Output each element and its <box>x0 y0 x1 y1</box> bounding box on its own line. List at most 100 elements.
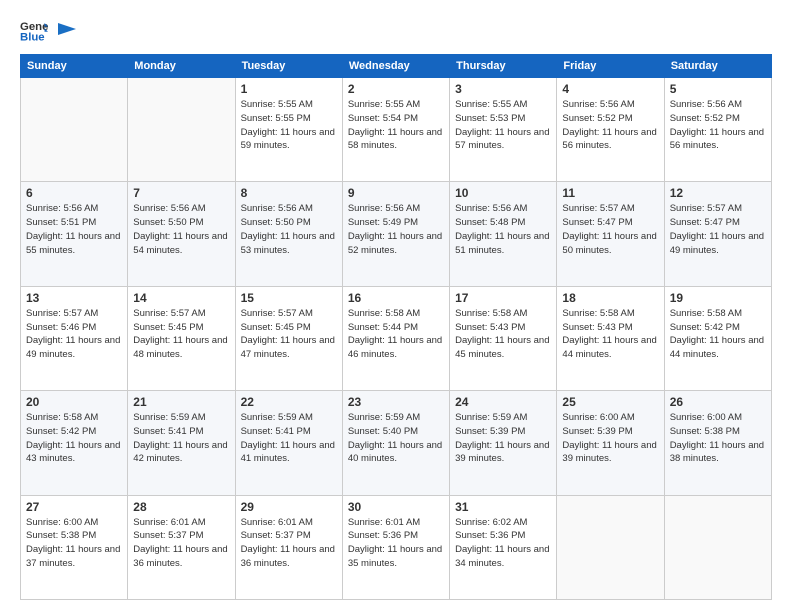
calendar-cell: 11 Sunrise: 5:57 AM Sunset: 5:47 PM Dayli… <box>557 182 664 286</box>
day-number: 22 <box>241 395 337 409</box>
day-info: Sunrise: 5:58 AM Sunset: 5:44 PM Dayligh… <box>348 307 444 362</box>
day-number: 12 <box>670 186 766 200</box>
day-number: 19 <box>670 291 766 305</box>
calendar-cell: 1 Sunrise: 5:55 AM Sunset: 5:55 PM Daylig… <box>235 78 342 182</box>
day-info: Sunrise: 5:57 AM Sunset: 5:45 PM Dayligh… <box>241 307 337 362</box>
weekday-header-sunday: Sunday <box>21 55 128 78</box>
day-number: 3 <box>455 82 551 96</box>
day-number: 27 <box>26 500 122 514</box>
day-info: Sunrise: 5:59 AM Sunset: 5:41 PM Dayligh… <box>241 411 337 466</box>
calendar-cell: 14 Sunrise: 5:57 AM Sunset: 5:45 PM Dayli… <box>128 286 235 390</box>
day-info: Sunrise: 6:00 AM Sunset: 5:38 PM Dayligh… <box>26 516 122 571</box>
calendar-cell: 19 Sunrise: 5:58 AM Sunset: 5:42 PM Dayli… <box>664 286 771 390</box>
day-info: Sunrise: 6:01 AM Sunset: 5:37 PM Dayligh… <box>241 516 337 571</box>
calendar-cell: 25 Sunrise: 6:00 AM Sunset: 5:39 PM Dayli… <box>557 391 664 495</box>
day-info: Sunrise: 5:56 AM Sunset: 5:50 PM Dayligh… <box>241 202 337 257</box>
day-number: 23 <box>348 395 444 409</box>
day-number: 8 <box>241 186 337 200</box>
day-info: Sunrise: 5:56 AM Sunset: 5:48 PM Dayligh… <box>455 202 551 257</box>
calendar-cell: 5 Sunrise: 5:56 AM Sunset: 5:52 PM Daylig… <box>664 78 771 182</box>
calendar-cell: 17Sunrise: 5:58 AM Sunset: 5:43 PM Dayli… <box>450 286 557 390</box>
day-number: 7 <box>133 186 229 200</box>
day-number: 6 <box>26 186 122 200</box>
day-info: Sunrise: 5:57 AM Sunset: 5:45 PM Dayligh… <box>133 307 229 362</box>
calendar-cell: 2Sunrise: 5:55 AM Sunset: 5:54 PM Daylig… <box>342 78 449 182</box>
calendar-cell: 20Sunrise: 5:58 AM Sunset: 5:42 PM Dayli… <box>21 391 128 495</box>
calendar-cell <box>664 495 771 599</box>
day-info: Sunrise: 5:56 AM Sunset: 5:49 PM Dayligh… <box>348 202 444 257</box>
day-number: 4 <box>562 82 658 96</box>
day-info: Sunrise: 5:59 AM Sunset: 5:41 PM Dayligh… <box>133 411 229 466</box>
weekday-header-wednesday: Wednesday <box>342 55 449 78</box>
day-number: 18 <box>562 291 658 305</box>
calendar-week-3: 13 Sunrise: 5:57 AM Sunset: 5:46 PM Dayli… <box>21 286 772 390</box>
day-info: Sunrise: 5:56 AM Sunset: 5:52 PM Dayligh… <box>670 98 766 153</box>
calendar-table: SundayMondayTuesdayWednesdayThursdayFrid… <box>20 54 772 600</box>
day-number: 10 <box>455 186 551 200</box>
weekday-header-thursday: Thursday <box>450 55 557 78</box>
day-number: 5 <box>670 82 766 96</box>
calendar-cell: 31Sunrise: 6:02 AM Sunset: 5:36 PM Dayli… <box>450 495 557 599</box>
calendar-cell: 21 Sunrise: 5:59 AM Sunset: 5:41 PM Dayli… <box>128 391 235 495</box>
day-number: 13 <box>26 291 122 305</box>
calendar-cell: 13 Sunrise: 5:57 AM Sunset: 5:46 PM Dayli… <box>21 286 128 390</box>
calendar-cell: 22 Sunrise: 5:59 AM Sunset: 5:41 PM Dayli… <box>235 391 342 495</box>
day-info: Sunrise: 5:57 AM Sunset: 5:47 PM Dayligh… <box>670 202 766 257</box>
calendar-cell: 30 Sunrise: 6:01 AM Sunset: 5:36 PM Dayli… <box>342 495 449 599</box>
day-number: 2 <box>348 82 444 96</box>
day-info: Sunrise: 5:55 AM Sunset: 5:53 PM Dayligh… <box>455 98 551 153</box>
day-info: Sunrise: 5:59 AM Sunset: 5:40 PM Dayligh… <box>348 411 444 466</box>
day-info: Sunrise: 6:01 AM Sunset: 5:37 PM Dayligh… <box>133 516 229 571</box>
day-info: Sunrise: 5:55 AM Sunset: 5:55 PM Dayligh… <box>241 98 337 153</box>
calendar-cell <box>21 78 128 182</box>
calendar-cell: 12 Sunrise: 5:57 AM Sunset: 5:47 PM Dayli… <box>664 182 771 286</box>
weekday-header-saturday: Saturday <box>664 55 771 78</box>
weekday-header-friday: Friday <box>557 55 664 78</box>
day-number: 30 <box>348 500 444 514</box>
day-number: 11 <box>562 186 658 200</box>
calendar-cell <box>557 495 664 599</box>
day-number: 1 <box>241 82 337 96</box>
day-number: 14 <box>133 291 229 305</box>
weekday-header-tuesday: Tuesday <box>235 55 342 78</box>
calendar-cell: 8 Sunrise: 5:56 AM Sunset: 5:50 PM Daylig… <box>235 182 342 286</box>
day-info: Sunrise: 5:56 AM Sunset: 5:50 PM Dayligh… <box>133 202 229 257</box>
calendar-week-1: 1 Sunrise: 5:55 AM Sunset: 5:55 PM Daylig… <box>21 78 772 182</box>
day-info: Sunrise: 6:01 AM Sunset: 5:36 PM Dayligh… <box>348 516 444 571</box>
day-number: 15 <box>241 291 337 305</box>
day-number: 21 <box>133 395 229 409</box>
day-info: Sunrise: 5:56 AM Sunset: 5:52 PM Dayligh… <box>562 98 658 153</box>
calendar-cell: 3 Sunrise: 5:55 AM Sunset: 5:53 PM Daylig… <box>450 78 557 182</box>
calendar-page: General Blue SundayMondayTuesdayWednesda… <box>0 0 792 612</box>
calendar-cell: 26 Sunrise: 6:00 AM Sunset: 5:38 PM Dayli… <box>664 391 771 495</box>
day-info: Sunrise: 5:58 AM Sunset: 5:42 PM Dayligh… <box>26 411 122 466</box>
day-number: 17 <box>455 291 551 305</box>
day-number: 25 <box>562 395 658 409</box>
logo: General Blue <box>20 16 76 44</box>
calendar-cell: 9 Sunrise: 5:56 AM Sunset: 5:49 PM Daylig… <box>342 182 449 286</box>
day-info: Sunrise: 5:59 AM Sunset: 5:39 PM Dayligh… <box>455 411 551 466</box>
calendar-cell: 16Sunrise: 5:58 AM Sunset: 5:44 PM Dayli… <box>342 286 449 390</box>
day-info: Sunrise: 5:56 AM Sunset: 5:51 PM Dayligh… <box>26 202 122 257</box>
day-number: 28 <box>133 500 229 514</box>
day-info: Sunrise: 5:57 AM Sunset: 5:46 PM Dayligh… <box>26 307 122 362</box>
calendar-cell: 10 Sunrise: 5:56 AM Sunset: 5:48 PM Dayli… <box>450 182 557 286</box>
calendar-cell: 28 Sunrise: 6:01 AM Sunset: 5:37 PM Dayli… <box>128 495 235 599</box>
calendar-cell: 27 Sunrise: 6:00 AM Sunset: 5:38 PM Dayli… <box>21 495 128 599</box>
day-info: Sunrise: 5:58 AM Sunset: 5:42 PM Dayligh… <box>670 307 766 362</box>
calendar-cell: 15 Sunrise: 5:57 AM Sunset: 5:45 PM Dayli… <box>235 286 342 390</box>
calendar-cell: 24Sunrise: 5:59 AM Sunset: 5:39 PM Dayli… <box>450 391 557 495</box>
calendar-week-5: 27 Sunrise: 6:00 AM Sunset: 5:38 PM Dayli… <box>21 495 772 599</box>
day-info: Sunrise: 6:00 AM Sunset: 5:39 PM Dayligh… <box>562 411 658 466</box>
day-number: 31 <box>455 500 551 514</box>
logo-arrow-icon <box>58 19 76 39</box>
calendar-cell: 7 Sunrise: 5:56 AM Sunset: 5:50 PM Daylig… <box>128 182 235 286</box>
calendar-week-2: 6 Sunrise: 5:56 AM Sunset: 5:51 PM Daylig… <box>21 182 772 286</box>
day-info: Sunrise: 6:00 AM Sunset: 5:38 PM Dayligh… <box>670 411 766 466</box>
svg-text:Blue: Blue <box>20 32 45 44</box>
day-number: 26 <box>670 395 766 409</box>
calendar-cell: 23 Sunrise: 5:59 AM Sunset: 5:40 PM Dayli… <box>342 391 449 495</box>
calendar-cell: 6 Sunrise: 5:56 AM Sunset: 5:51 PM Daylig… <box>21 182 128 286</box>
day-number: 9 <box>348 186 444 200</box>
day-info: Sunrise: 5:57 AM Sunset: 5:47 PM Dayligh… <box>562 202 658 257</box>
